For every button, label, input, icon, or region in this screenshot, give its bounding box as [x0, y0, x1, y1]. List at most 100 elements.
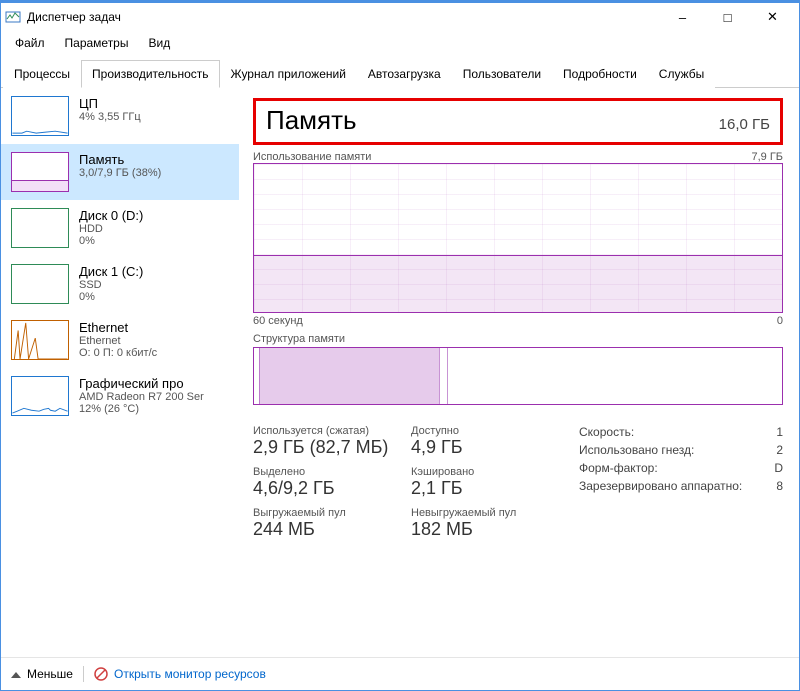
chart-max-value: 7,9 ГБ: [751, 151, 783, 163]
menu-options[interactable]: Параметры: [55, 33, 139, 53]
stat-paged-label: Выгружаемый пул: [253, 507, 403, 519]
stat-nonpaged-value: 182 МБ: [411, 519, 561, 540]
tab-processes[interactable]: Процессы: [3, 60, 81, 88]
info-reserved: Зарезервировано аппаратно: 8: [579, 479, 783, 493]
tab-users[interactable]: Пользователи: [452, 60, 552, 88]
sidebar-gpu-sub2: 12% (26 °C): [79, 403, 204, 415]
stat-paged-value: 244 МБ: [253, 519, 403, 540]
tabs: Процессы Производительность Журнал прило…: [1, 59, 799, 88]
tab-startup[interactable]: Автозагрузка: [357, 60, 452, 88]
app-icon: [5, 9, 21, 25]
sidebar-disk1-sub2: 0%: [79, 291, 143, 303]
info-reserved-label: Зарезервировано аппаратно:: [579, 479, 742, 493]
sidebar-item-ethernet[interactable]: Ethernet Ethernet О: 0 П: 0 кбит/с: [1, 312, 239, 368]
menubar: Файл Параметры Вид: [1, 31, 799, 55]
disk0-thumb-icon: [11, 208, 69, 248]
memory-composition-chart: [253, 347, 783, 405]
sidebar-eth-title: Ethernet: [79, 320, 157, 335]
menu-view[interactable]: Вид: [138, 33, 180, 53]
stat-paged: Выгружаемый пул 244 МБ: [253, 507, 403, 540]
fewer-details-button[interactable]: Меньше: [11, 667, 73, 681]
stat-in-use-label: Используется (сжатая): [253, 425, 403, 437]
stats: Используется (сжатая) 2,9 ГБ (82,7 МБ) Д…: [253, 425, 783, 540]
sidebar-eth-sub1: Ethernet: [79, 335, 157, 347]
stat-available-value: 4,9 ГБ: [411, 437, 561, 458]
sidebar-eth-sub2: О: 0 П: 0 кбит/с: [79, 347, 157, 359]
info-slots-label: Использовано гнезд:: [579, 443, 694, 457]
info-speed-label: Скорость:: [579, 425, 634, 439]
info-form: Форм-фактор: D: [579, 461, 783, 475]
total-memory: 16,0 ГБ: [719, 116, 770, 133]
titlebar[interactable]: Диспетчер задач – □ ✕: [1, 3, 799, 31]
tab-app-history[interactable]: Журнал приложений: [220, 60, 357, 88]
maximize-button[interactable]: □: [705, 3, 750, 31]
stat-nonpaged: Невыгружаемый пул 182 МБ: [411, 507, 561, 540]
close-button[interactable]: ✕: [750, 3, 795, 31]
info-slots-value: 2: [776, 443, 783, 457]
chart-x-left: 60 секунд: [253, 315, 303, 327]
page-title: Память: [266, 105, 357, 136]
main-panel: Память 16,0 ГБ Использование памяти 7,9 …: [239, 88, 799, 648]
sidebar-item-disk1[interactable]: Диск 1 (C:) SSD 0%: [1, 256, 239, 312]
menu-file[interactable]: Файл: [5, 33, 55, 53]
memory-usage-fill: [254, 255, 782, 312]
tab-services[interactable]: Службы: [648, 60, 715, 88]
sidebar-item-gpu[interactable]: Графический про AMD Radeon R7 200 Ser 12…: [1, 368, 239, 424]
sidebar: ЦП 4% 3,55 ГГц Память 3,0/7,9 ГБ (38%) Д…: [1, 88, 239, 648]
sidebar-disk0-sub2: 0%: [79, 235, 143, 247]
info-speed-value: 1: [776, 425, 783, 439]
stat-available-label: Доступно: [411, 425, 561, 437]
footer: Меньше Открыть монитор ресурсов: [1, 657, 799, 690]
info-form-label: Форм-фактор:: [579, 461, 658, 475]
window-controls: – □ ✕: [660, 3, 795, 31]
info-reserved-value: 8: [776, 479, 783, 493]
cpu-thumb-icon: [11, 96, 69, 136]
stats-left: Используется (сжатая) 2,9 ГБ (82,7 МБ) Д…: [253, 425, 561, 540]
stat-committed-value: 4,6/9,2 ГБ: [253, 478, 403, 499]
struct-seg-free: [447, 348, 782, 404]
window-title: Диспетчер задач: [27, 10, 660, 24]
fewer-details-label: Меньше: [27, 667, 73, 681]
chart-title: Использование памяти: [253, 151, 371, 163]
stat-in-use-value: 2,9 ГБ (82,7 МБ): [253, 437, 403, 458]
struct-seg-used: [259, 348, 440, 404]
sidebar-disk0-sub1: HDD: [79, 223, 143, 235]
sidebar-gpu-title: Графический про: [79, 376, 204, 391]
sidebar-memory-title: Память: [79, 152, 161, 167]
tab-performance[interactable]: Производительность: [81, 60, 219, 88]
heading-highlight: Память 16,0 ГБ: [253, 98, 783, 145]
footer-divider: [83, 666, 84, 682]
sidebar-item-disk0[interactable]: Диск 0 (D:) HDD 0%: [1, 200, 239, 256]
stats-right: Скорость: 1 Использовано гнезд: 2 Форм-ф…: [579, 425, 783, 540]
content: ЦП 4% 3,55 ГГц Память 3,0/7,9 ГБ (38%) Д…: [1, 88, 799, 648]
ethernet-thumb-icon: [11, 320, 69, 360]
memory-usage-chart: [253, 163, 783, 313]
info-slots: Использовано гнезд: 2: [579, 443, 783, 457]
sidebar-cpu-title: ЦП: [79, 96, 141, 111]
tab-details[interactable]: Подробности: [552, 60, 648, 88]
memory-struct-label: Структура памяти: [253, 333, 783, 345]
resource-monitor-icon: [94, 667, 108, 681]
stat-nonpaged-label: Невыгружаемый пул: [411, 507, 561, 519]
chart-x-right: 0: [777, 315, 783, 327]
stat-committed-label: Выделено: [253, 466, 403, 478]
info-form-value: D: [774, 461, 783, 475]
sidebar-disk1-sub1: SSD: [79, 279, 143, 291]
minimize-button[interactable]: –: [660, 3, 705, 31]
info-speed: Скорость: 1: [579, 425, 783, 439]
sidebar-disk0-title: Диск 0 (D:): [79, 208, 143, 223]
chart-header-row: Использование памяти 7,9 ГБ: [253, 151, 783, 163]
gpu-thumb-icon: [11, 376, 69, 416]
stat-available: Доступно 4,9 ГБ: [411, 425, 561, 458]
stat-committed: Выделено 4,6/9,2 ГБ: [253, 466, 403, 499]
stat-cached-value: 2,1 ГБ: [411, 478, 561, 499]
stat-in-use: Используется (сжатая) 2,9 ГБ (82,7 МБ): [253, 425, 403, 458]
disk1-thumb-icon: [11, 264, 69, 304]
open-resource-monitor-link[interactable]: Открыть монитор ресурсов: [94, 667, 266, 681]
sidebar-memory-sub: 3,0/7,9 ГБ (38%): [79, 167, 161, 179]
stat-cached-label: Кэшировано: [411, 466, 561, 478]
sidebar-item-memory[interactable]: Память 3,0/7,9 ГБ (38%): [1, 144, 239, 200]
memory-thumb-icon: [11, 152, 69, 192]
chevron-up-icon: [11, 667, 23, 681]
sidebar-item-cpu[interactable]: ЦП 4% 3,55 ГГц: [1, 88, 239, 144]
